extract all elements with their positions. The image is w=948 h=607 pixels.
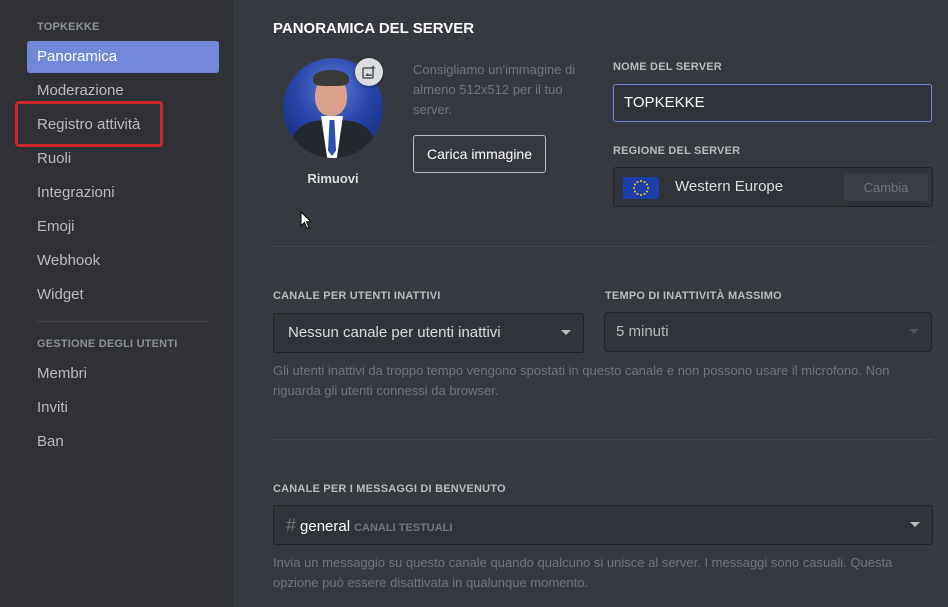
sidebar-item-panoramica[interactable]: Panoramica — [27, 41, 219, 73]
sidebar-item-widget[interactable]: Widget — [27, 279, 219, 311]
welcome-help-text: Invia un messaggio su questo canale quan… — [273, 555, 893, 590]
welcome-channel-label: CANALE PER I MESSAGGI DI BENVENUTO — [273, 483, 506, 495]
afk-channel-label: CANALE PER UTENTI INATTIVI — [273, 290, 441, 302]
server-name-label: NOME DEL SERVER — [613, 61, 722, 73]
sidebar-item-ruoli[interactable]: Ruoli — [27, 143, 219, 175]
welcome-channel-select[interactable]: # general CANALI TESTUALI — [273, 505, 933, 545]
eu-flag-icon — [623, 177, 659, 199]
sidebar-item-emoji[interactable]: Emoji — [27, 211, 219, 243]
afk-timeout-select[interactable]: 5 minuti — [604, 312, 932, 352]
mouse-cursor-icon — [300, 210, 313, 235]
chevron-down-icon — [909, 329, 919, 334]
sidebar-item-webhook[interactable]: Webhook — [27, 245, 219, 277]
server-region-label: REGIONE DEL SERVER — [613, 145, 741, 157]
users-header: GESTIONE DEGLI UTENTI — [37, 338, 178, 350]
upload-image-button[interactable]: Carica immagine — [413, 135, 546, 173]
server-region-selector: Western Europe Cambia — [613, 167, 933, 207]
sidebar-item-membri[interactable]: Membri — [27, 358, 219, 390]
afk-channel-value: Nessun canale per utenti inattivi — [288, 324, 501, 341]
change-region-button[interactable]: Cambia — [844, 173, 928, 201]
sidebar-item-ban[interactable]: Ban — [27, 426, 219, 458]
afk-channel-select[interactable]: Nessun canale per utenti inattivi — [273, 313, 584, 353]
hash-icon: # — [286, 515, 297, 535]
annotation-highlight-box — [15, 101, 163, 147]
welcome-channel-category: CANALI TESTUALI — [354, 522, 453, 534]
server-name-input[interactable]: TOPKEKKE — [613, 84, 932, 122]
afk-help-text: Gli utenti inattivi da troppo tempo veng… — [273, 363, 890, 398]
sidebar-divider — [37, 321, 209, 322]
sidebar-item-integrazioni[interactable]: Integrazioni — [27, 177, 219, 209]
afk-timeout-value: 5 minuti — [616, 323, 669, 340]
settings-sidebar: TOPKEKKE Panoramica Moderazione Registro… — [0, 0, 233, 607]
page-title: PANORAMICA DEL SERVER — [273, 20, 475, 37]
region-name: Western Europe — [675, 178, 784, 195]
sidebar-item-inviti[interactable]: Inviti — [27, 392, 219, 424]
settings-main: PANORAMICA DEL SERVER Rimuovi Consigliam… — [233, 0, 948, 607]
server-icon[interactable] — [283, 58, 383, 158]
image-recommendation-text: Consigliamo un'immagine di almeno 512x51… — [413, 62, 576, 117]
section-divider — [273, 439, 933, 440]
section-divider — [273, 246, 933, 247]
welcome-channel-name: general — [300, 518, 351, 535]
chevron-down-icon — [561, 330, 571, 335]
server-header: TOPKEKKE — [37, 21, 100, 33]
afk-timeout-label: TEMPO DI INATTIVITÀ MASSIMO — [605, 290, 782, 302]
chevron-down-icon — [910, 522, 920, 527]
add-image-icon[interactable] — [355, 58, 383, 86]
remove-icon-link[interactable]: Rimuovi — [283, 171, 383, 186]
